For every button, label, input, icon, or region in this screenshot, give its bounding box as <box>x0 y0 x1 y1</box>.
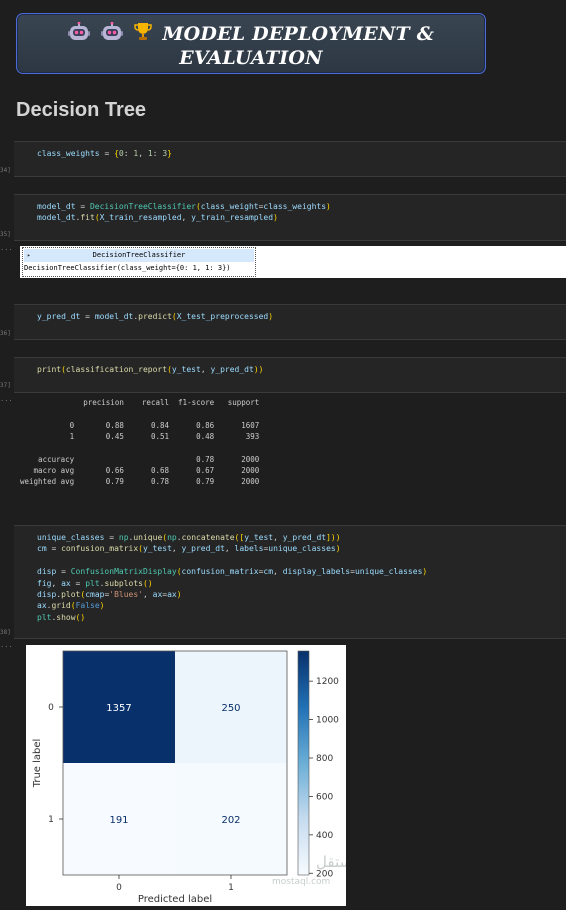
colorbar <box>297 650 310 876</box>
report-row: 1 0.45 0.51 0.48 393 <box>20 432 260 442</box>
cell-value-label: 191 <box>109 815 128 826</box>
cell-execution-count: 36] <box>0 330 11 337</box>
expand-triangle-icon[interactable]: ▸ <box>27 249 31 262</box>
estimator-header[interactable]: ▸ DecisionTreeClassifier <box>24 249 254 262</box>
colorbar-tick-label: 400 <box>316 831 333 841</box>
cell-value-label: 202 <box>221 815 240 826</box>
cell-code[interactable]: class_weights = {0: 1, 1: 3} <box>37 148 172 159</box>
report-header: precision recall f1-score support <box>20 398 260 407</box>
estimator-name: DecisionTreeClassifier <box>92 251 186 259</box>
colorbar-tick-label: 1000 <box>316 716 339 726</box>
cell-code[interactable]: model_dt = DecisionTreeClassifier(class_… <box>37 201 331 224</box>
estimator-output: ▸ DecisionTreeClassifier DecisionTreeCla… <box>20 246 566 278</box>
cell-execution-count: 38] <box>0 629 11 636</box>
cell-value-label: 250 <box>221 703 240 714</box>
confusion-matrix-chart: 1357 250 191 202 0 1 0 1 Predicted label True… <box>32 650 361 905</box>
cell-execution-count: 37] <box>0 382 11 389</box>
banner-title-line2: EVALUATION <box>179 47 323 69</box>
y-tick-label: 0 <box>48 703 54 713</box>
cell-code[interactable]: unique_classes = np.unique(np.concatenat… <box>37 532 427 623</box>
cell-execution-count: 34] <box>0 167 11 174</box>
confusion-matrix-figure: 1357 250 191 202 0 1 0 1 Predicted label True… <box>26 645 361 906</box>
report-row: 0 0.88 0.84 0.86 1607 <box>20 420 260 430</box>
classification-report: precision recall f1-score support 0 0.88… <box>20 397 259 488</box>
report-row: accuracy 0.78 2000 <box>20 454 260 464</box>
y-axis-label: True label <box>32 739 43 789</box>
section-banner: MODEL DEPLOYMENT & EVALUATION <box>16 13 486 74</box>
estimator-box[interactable]: ▸ DecisionTreeClassifier DecisionTreeCla… <box>22 247 256 277</box>
output-collapse-toggle[interactable]: ... <box>0 641 13 649</box>
x-tick-label: 0 <box>116 883 122 893</box>
watermark-text: mostaql.com <box>272 877 330 887</box>
cell-code[interactable]: y_pred_dt = model_dt.predict(X_test_prep… <box>37 311 273 322</box>
banner-title-line1: MODEL DEPLOYMENT & <box>17 21 485 47</box>
watermark-logo: مستقل <box>316 853 346 871</box>
output-collapse-toggle[interactable]: ... <box>0 395 13 403</box>
x-axis-label: Predicted label <box>138 894 212 905</box>
robot-icon <box>67 21 90 47</box>
cell-code[interactable]: print(classification_report(y_test, y_pr… <box>37 364 263 375</box>
estimator-repr: DecisionTreeClassifier(class_weight={0: … <box>24 264 231 272</box>
report-row: weighted avg 0.79 0.78 0.79 2000 <box>20 477 260 487</box>
trophy-icon <box>133 22 152 47</box>
cell-value-label: 1357 <box>106 703 131 714</box>
colorbar-tick-label: 1200 <box>316 677 339 687</box>
cell-execution-count: 35] <box>0 231 11 238</box>
y-tick-label: 1 <box>48 815 54 825</box>
report-row: macro avg 0.66 0.68 0.67 2000 <box>20 466 260 476</box>
section-heading: Decision Tree <box>16 99 147 121</box>
x-tick-label: 1 <box>228 883 234 893</box>
robot-icon <box>100 21 123 47</box>
colorbar-tick-label: 800 <box>316 754 333 764</box>
banner-title-text: MODEL DEPLOYMENT & <box>162 23 435 45</box>
colorbar-tick-label: 600 <box>316 792 333 802</box>
output-collapse-toggle[interactable]: ... <box>0 244 13 252</box>
